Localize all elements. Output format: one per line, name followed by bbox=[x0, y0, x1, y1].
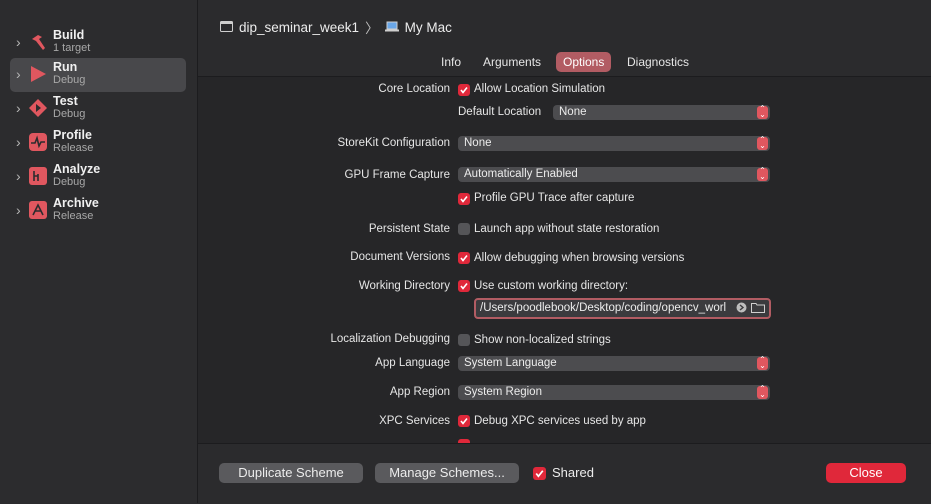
use-custom-working-directory-label: Use custom working directory: bbox=[474, 280, 629, 292]
profile-gpu-trace-label: Profile GPU Trace after capture bbox=[474, 192, 635, 204]
sidebar-item-analyze[interactable]: › Analyze Debug bbox=[10, 160, 186, 194]
reveal-arrow-icon[interactable] bbox=[736, 302, 747, 317]
sidebar-item-profile[interactable]: › Profile Release bbox=[10, 126, 186, 160]
allow-location-simulation-label: Allow Location Simulation bbox=[474, 83, 606, 95]
core-location-label: Core Location bbox=[378, 83, 450, 95]
test-diamond-icon bbox=[29, 99, 47, 117]
scheme-name[interactable]: dip_seminar_week1 bbox=[239, 20, 359, 35]
sidebar-item-title: Build bbox=[53, 28, 85, 42]
app-language-select[interactable]: System Language ⌃ ⌄ bbox=[458, 356, 770, 371]
working-directory-field[interactable]: /Users/poodlebook/Desktop/coding/opencv_… bbox=[474, 298, 771, 319]
laptop-icon bbox=[384, 20, 399, 35]
select-arrows-icon: ⌃ ⌄ bbox=[757, 385, 768, 399]
storekit-select[interactable]: None ⌃ ⌄ bbox=[458, 136, 770, 151]
archive-icon bbox=[29, 201, 47, 219]
tab-options[interactable]: Options bbox=[556, 52, 612, 72]
profile-gpu-trace-checkbox[interactable] bbox=[458, 193, 470, 205]
terminal-window-icon bbox=[220, 20, 233, 35]
default-location-label: Default Location bbox=[458, 106, 542, 118]
scheme-action-sidebar: › Build 1 target › Run Debug › Test Debu… bbox=[0, 0, 198, 503]
app-region-label: App Region bbox=[389, 386, 450, 398]
tab-bar: Info Arguments Options Diagnostics bbox=[198, 48, 931, 77]
storekit-value: None bbox=[464, 137, 492, 149]
play-icon bbox=[29, 65, 47, 83]
sidebar-item-test[interactable]: › Test Debug bbox=[10, 92, 186, 126]
sidebar-item-subtitle: 1 target bbox=[53, 42, 91, 54]
tab-arguments[interactable]: Arguments bbox=[476, 52, 548, 72]
sidebar-item-subtitle: Release bbox=[53, 142, 94, 154]
scheme-editor-main: dip_seminar_week1 〉 My Mac Info Argument… bbox=[198, 0, 931, 504]
debug-xpc-services-label: Debug XPC services used by app bbox=[474, 415, 646, 427]
sidebar-item-title: Analyze bbox=[53, 162, 101, 176]
launch-without-state-label: Launch app without state restoration bbox=[474, 223, 660, 235]
sidebar-item-title: Archive bbox=[53, 196, 99, 210]
shared-checkbox[interactable] bbox=[533, 467, 546, 480]
manage-schemes-button[interactable]: Manage Schemes... bbox=[375, 463, 519, 483]
select-arrows-icon: ⌃ ⌄ bbox=[757, 105, 768, 119]
chevron-right-icon[interactable]: › bbox=[16, 35, 28, 49]
sidebar-item-subtitle: Release bbox=[53, 210, 94, 222]
show-non-localized-label: Show non-localized strings bbox=[474, 334, 611, 346]
xpc-services-label: XPC Services bbox=[379, 415, 450, 427]
select-arrows-icon: ⌃ ⌄ bbox=[757, 167, 768, 181]
launch-without-state-checkbox[interactable] bbox=[458, 223, 470, 235]
close-button[interactable]: Close bbox=[826, 463, 906, 483]
show-non-localized-checkbox[interactable] bbox=[458, 334, 470, 346]
breadcrumb-separator: 〉 bbox=[365, 21, 379, 36]
debug-xpc-services-checkbox[interactable] bbox=[458, 415, 470, 427]
gpu-frame-capture-select[interactable]: Automatically Enabled ⌃ ⌄ bbox=[458, 167, 770, 182]
sidebar-item-title: Run bbox=[53, 60, 78, 74]
chevron-right-icon[interactable]: › bbox=[16, 135, 28, 149]
default-location-value: None bbox=[559, 106, 587, 118]
chevron-right-icon[interactable]: › bbox=[16, 101, 28, 115]
allow-location-simulation-checkbox[interactable] bbox=[458, 84, 470, 96]
app-region-value: System Region bbox=[464, 386, 542, 398]
sidebar-item-subtitle: Debug bbox=[53, 74, 86, 86]
app-language-label: App Language bbox=[375, 357, 450, 369]
app-region-select[interactable]: System Region ⌃ ⌄ bbox=[458, 385, 770, 400]
hammer-icon bbox=[29, 33, 47, 51]
allow-debugging-versions-checkbox[interactable] bbox=[458, 252, 470, 264]
destination-name[interactable]: My Mac bbox=[405, 20, 452, 35]
use-custom-working-directory-checkbox[interactable] bbox=[458, 280, 470, 292]
sidebar-item-archive[interactable]: › Archive Release bbox=[10, 194, 186, 228]
footer-bar: Duplicate Scheme Manage Schemes... Share… bbox=[198, 443, 931, 504]
options-panel[interactable]: Core Location Allow Location Simulation … bbox=[198, 77, 931, 443]
sidebar-item-build[interactable]: › Build 1 target bbox=[10, 26, 186, 60]
sidebar-item-subtitle: Debug bbox=[53, 108, 86, 120]
gpu-frame-capture-value: Automatically Enabled bbox=[464, 168, 578, 180]
sidebar-item-run[interactable]: › Run Debug bbox=[10, 58, 186, 92]
sidebar-item-title: Profile bbox=[53, 128, 92, 142]
scheme-breadcrumb-bar: dip_seminar_week1 〉 My Mac bbox=[198, 0, 931, 48]
sidebar-item-subtitle: Debug bbox=[53, 176, 86, 188]
waveform-icon bbox=[29, 133, 47, 151]
tab-info[interactable]: Info bbox=[434, 52, 468, 72]
gpu-frame-capture-label: GPU Frame Capture bbox=[344, 169, 450, 181]
default-location-select[interactable]: None ⌃ ⌄ bbox=[553, 105, 770, 120]
document-versions-label: Document Versions bbox=[350, 251, 450, 263]
tab-diagnostics[interactable]: Diagnostics bbox=[620, 52, 696, 72]
persistent-state-label: Persistent State bbox=[368, 223, 450, 235]
analyze-icon bbox=[29, 167, 47, 185]
working-directory-label: Working Directory bbox=[358, 280, 450, 292]
working-directory-path: /Users/poodlebook/Desktop/coding/opencv_… bbox=[480, 302, 727, 314]
localization-debugging-label: Localization Debugging bbox=[330, 333, 450, 345]
allow-debugging-versions-label: Allow debugging when browsing versions bbox=[474, 252, 685, 264]
storekit-label: StoreKit Configuration bbox=[337, 137, 450, 149]
breadcrumb[interactable]: dip_seminar_week1 〉 My Mac bbox=[220, 17, 452, 37]
chevron-right-icon[interactable]: › bbox=[16, 67, 28, 81]
shared-label: Shared bbox=[552, 465, 594, 480]
select-arrows-icon: ⌃ ⌄ bbox=[757, 136, 768, 150]
app-language-value: System Language bbox=[464, 357, 557, 369]
duplicate-scheme-button[interactable]: Duplicate Scheme bbox=[219, 463, 363, 483]
sidebar-item-title: Test bbox=[53, 94, 78, 108]
chevron-right-icon[interactable]: › bbox=[16, 169, 28, 183]
select-arrows-icon: ⌃ ⌄ bbox=[757, 356, 768, 370]
folder-icon[interactable] bbox=[751, 302, 765, 317]
chevron-right-icon[interactable]: › bbox=[16, 203, 28, 217]
